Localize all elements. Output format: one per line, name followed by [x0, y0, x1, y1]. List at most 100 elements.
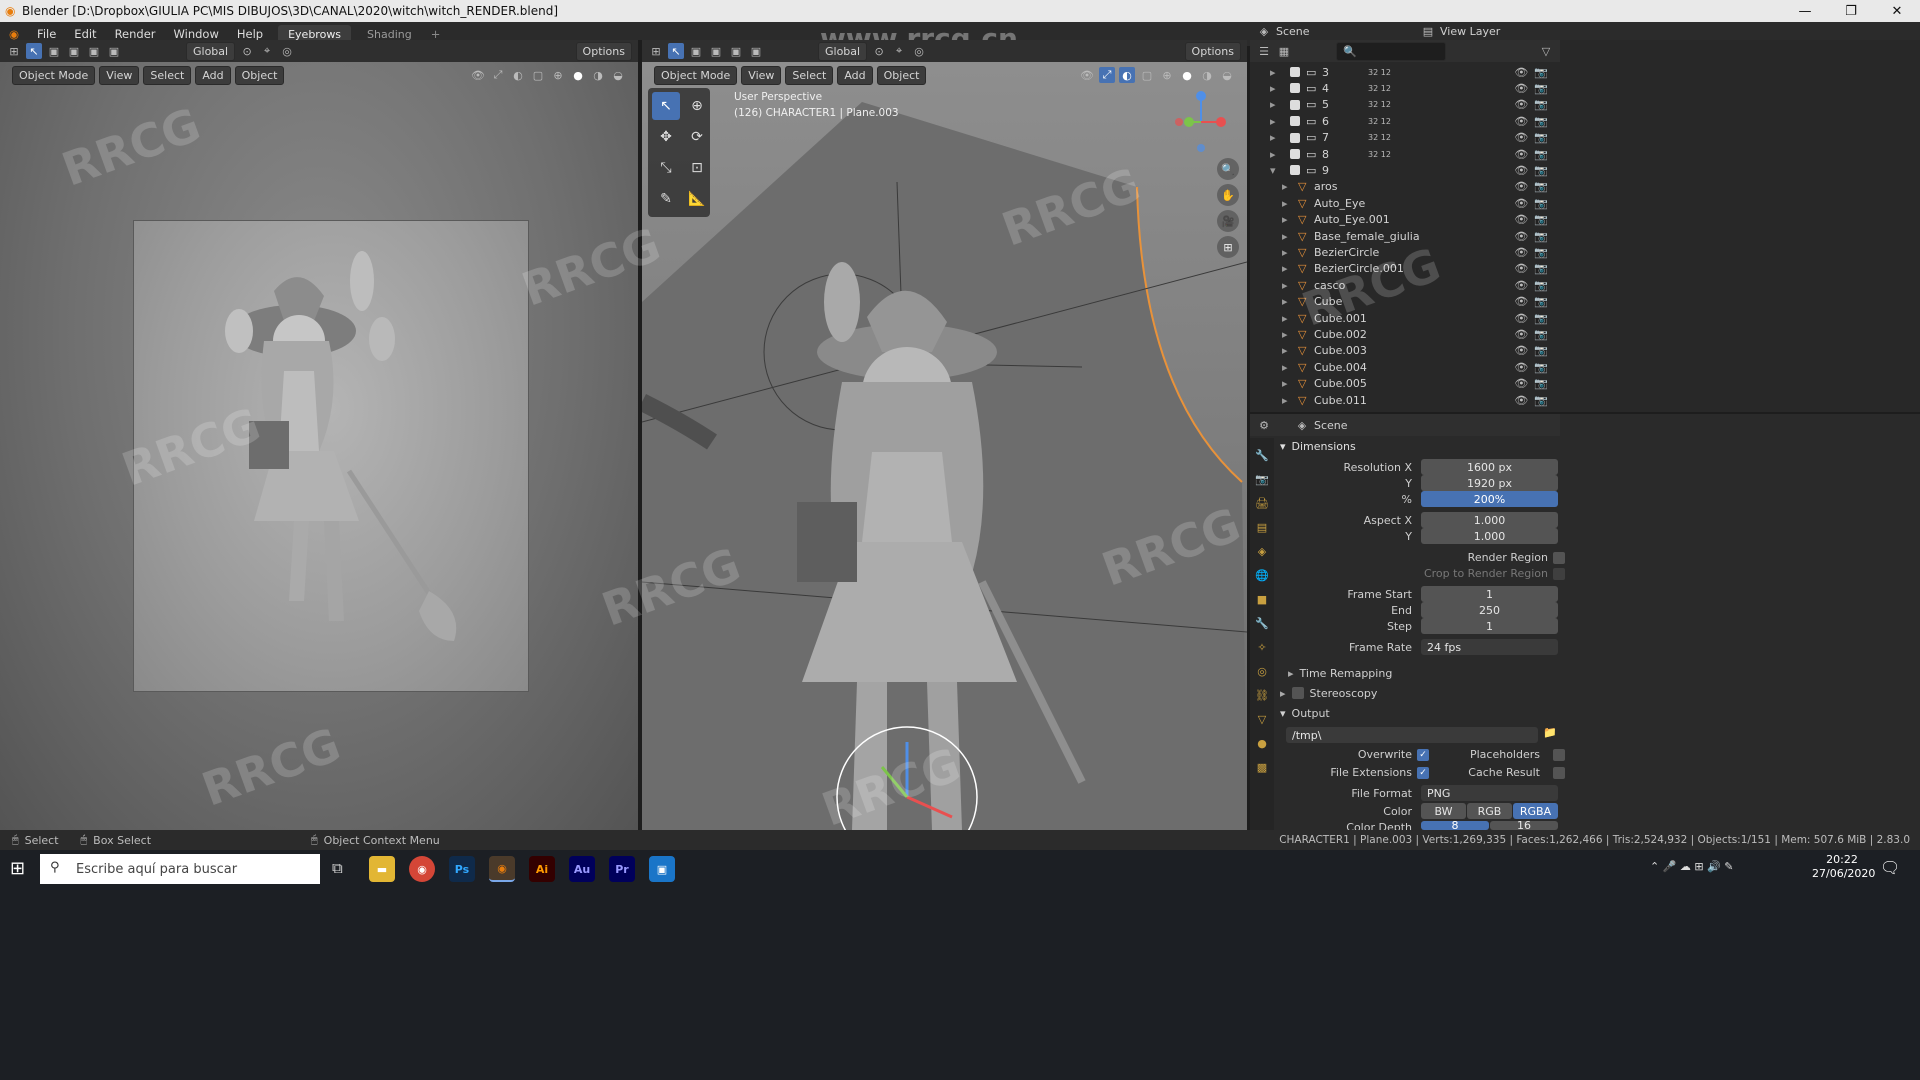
camera-render-icon[interactable]: 📷 — [1534, 115, 1548, 128]
minimize-button[interactable]: — — [1782, 0, 1828, 22]
editor-type-icon[interactable]: ☰ — [1256, 43, 1272, 59]
move-tool-icon[interactable]: ✥ — [652, 123, 680, 151]
eye-icon[interactable]: 👁 — [1514, 180, 1528, 193]
outliner-row[interactable]: ▾ ▭ 9 👁 📷 — [1250, 162, 1560, 178]
chrome-icon[interactable]: ◉ — [409, 856, 435, 882]
outliner-row[interactable]: ▸ ▽ Auto_Eye 👁 📷 — [1250, 195, 1560, 211]
object-mode-dropdown[interactable]: Object Mode — [654, 65, 738, 85]
select-mode-extend-icon[interactable]: ▣ — [708, 43, 724, 59]
select-mode-subtract-icon[interactable]: ▣ — [728, 43, 744, 59]
eye-icon[interactable]: 👁 — [1514, 262, 1528, 275]
camera-render-icon[interactable]: 📷 — [1534, 328, 1548, 341]
color-depth-8-button[interactable]: 8 — [1421, 821, 1489, 830]
render-region-checkbox[interactable] — [1553, 552, 1565, 564]
eye-icon[interactable]: 👁 — [1514, 394, 1528, 407]
collection-checkbox[interactable] — [1290, 132, 1300, 143]
task-view-icon[interactable]: ⧉ — [332, 859, 343, 877]
outliner-row[interactable]: ▸ ▽ BezierCircle 👁 📷 — [1250, 244, 1560, 260]
eye-icon[interactable]: 👁 — [1514, 246, 1528, 259]
aspect-x-field[interactable]: 1.000 — [1421, 512, 1558, 528]
placeholders-checkbox[interactable] — [1553, 749, 1565, 761]
eye-icon[interactable]: 👁 — [1514, 197, 1528, 210]
output-tab-icon[interactable]: 🖨 — [1253, 494, 1271, 512]
outliner-row[interactable]: ▸ ▽ Cube.001 👁 📷 — [1250, 310, 1560, 326]
blender-taskbar-icon[interactable]: ◉ — [489, 856, 515, 882]
camera-render-icon[interactable]: 📷 — [1534, 262, 1548, 275]
overwrite-checkbox[interactable]: ✓ — [1417, 749, 1429, 761]
windows-start-icon[interactable]: ⊞ — [10, 858, 25, 879]
camera-render-icon[interactable]: 📷 — [1534, 394, 1548, 407]
modifier-tab-icon[interactable]: 🔧 — [1253, 614, 1271, 632]
eye-icon[interactable]: 👁 — [1514, 164, 1528, 177]
eye-icon[interactable]: 👁 — [1514, 131, 1528, 144]
frame-step-field[interactable]: 1 — [1421, 618, 1558, 634]
eye-icon[interactable]: 👁 — [1514, 312, 1528, 325]
object-tab-icon[interactable]: ■ — [1253, 590, 1271, 608]
expand-arrow-icon[interactable]: ▸ — [1270, 66, 1276, 79]
menu-file[interactable]: File — [28, 27, 65, 41]
proportional-edit-icon[interactable]: ◎ — [279, 43, 295, 59]
color-rgb-button[interactable]: RGB — [1467, 803, 1512, 819]
resolution-percent-slider[interactable]: 200% — [1421, 491, 1558, 507]
render-tab-icon[interactable]: 📷 — [1253, 470, 1271, 488]
select-tool-icon[interactable]: ↖ — [668, 43, 684, 59]
eye-icon[interactable]: 👁 — [1514, 98, 1528, 111]
file-format-dropdown[interactable]: PNG — [1421, 785, 1558, 801]
expand-arrow-icon[interactable]: ▸ — [1270, 148, 1276, 161]
eye-icon[interactable]: 👁 — [1514, 377, 1528, 390]
select-mode-new-icon[interactable]: ▣ — [46, 43, 62, 59]
editor-type-icon[interactable]: ⊞ — [648, 43, 664, 59]
time-remapping-subpanel[interactable]: ▸ Time Remapping — [1288, 664, 1558, 682]
options-dropdown[interactable]: Options — [1184, 41, 1241, 61]
physics-tab-icon[interactable]: ◎ — [1253, 662, 1271, 680]
color-depth-16-button[interactable]: 16 — [1490, 821, 1558, 830]
collection-checkbox[interactable] — [1290, 99, 1300, 110]
gizmo-icon[interactable]: ⤢ — [1099, 67, 1115, 83]
outliner-row[interactable]: ▸ ▽ Cube.004 👁 📷 — [1250, 359, 1560, 375]
snap-icon[interactable]: ⌖ — [891, 43, 907, 59]
file-explorer-icon[interactable]: ▬ — [369, 856, 395, 882]
expand-arrow-icon[interactable]: ▸ — [1282, 361, 1288, 374]
expand-arrow-icon[interactable]: ▸ — [1270, 131, 1276, 144]
camera-render-icon[interactable]: 📷 — [1534, 377, 1548, 390]
stereoscopy-panel-header[interactable]: ▸ Stereoscopy — [1280, 683, 1558, 703]
eye-icon[interactable]: 👁 — [1514, 115, 1528, 128]
expand-arrow-icon[interactable]: ▸ — [1282, 246, 1288, 259]
photoshop-icon[interactable]: Ps — [449, 856, 475, 882]
view-menu[interactable]: View — [99, 65, 140, 85]
ortho-grid-icon[interactable]: ⊞ — [1217, 236, 1239, 258]
photos-app-icon[interactable]: ▣ — [649, 856, 675, 882]
frame-end-field[interactable]: 250 — [1421, 602, 1558, 618]
scale-tool-icon[interactable]: ⤡ — [652, 154, 680, 182]
material-tab-icon[interactable]: ● — [1253, 734, 1271, 752]
expand-arrow-icon[interactable]: ▸ — [1282, 328, 1288, 341]
overlay-icon[interactable]: ◐ — [510, 67, 526, 83]
file-extensions-checkbox[interactable]: ✓ — [1417, 767, 1429, 779]
eye-icon[interactable]: 👁 — [1514, 344, 1528, 357]
audition-icon[interactable]: Au — [569, 856, 595, 882]
select-box-tool-icon[interactable]: ↖ — [652, 92, 680, 120]
camera-render-icon[interactable]: 📷 — [1534, 279, 1548, 292]
resolution-x-field[interactable]: 1600 px — [1421, 459, 1558, 475]
options-dropdown[interactable]: Options — [575, 41, 632, 61]
expand-arrow-icon[interactable]: ▸ — [1282, 230, 1288, 243]
select-mode-new-icon[interactable]: ▣ — [688, 43, 704, 59]
eye-icon[interactable]: 👁 — [1514, 213, 1528, 226]
annotate-tool-icon[interactable]: ✎ — [652, 185, 680, 213]
camera-render-icon[interactable]: 📷 — [1534, 312, 1548, 325]
select-menu[interactable]: Select — [143, 65, 192, 85]
transform-tool-icon[interactable]: ⊡ — [683, 154, 711, 182]
transform-orientation-dropdown[interactable]: Global — [186, 41, 236, 61]
expand-arrow-icon[interactable]: ▸ — [1282, 213, 1288, 226]
eye-icon[interactable]: 👁 — [1514, 279, 1528, 292]
clock[interactable]: 20:22 27/06/2020 — [1812, 853, 1875, 881]
color-bw-button[interactable]: BW — [1421, 803, 1466, 819]
tool-tab-icon[interactable]: 🔧 — [1253, 446, 1271, 464]
collection-checkbox[interactable] — [1290, 149, 1300, 159]
overlay-icon[interactable]: ◐ — [1119, 67, 1135, 83]
expand-arrow-icon[interactable]: ▸ — [1270, 98, 1276, 111]
add-workspace-button[interactable]: + — [422, 27, 450, 41]
outliner-row[interactable]: ▸ ▭ 4 32 12 👁 📷 — [1250, 80, 1560, 96]
select-mode-invert-icon[interactable]: ▣ — [748, 43, 764, 59]
cursor-tool-icon[interactable]: ⊕ — [683, 92, 711, 120]
